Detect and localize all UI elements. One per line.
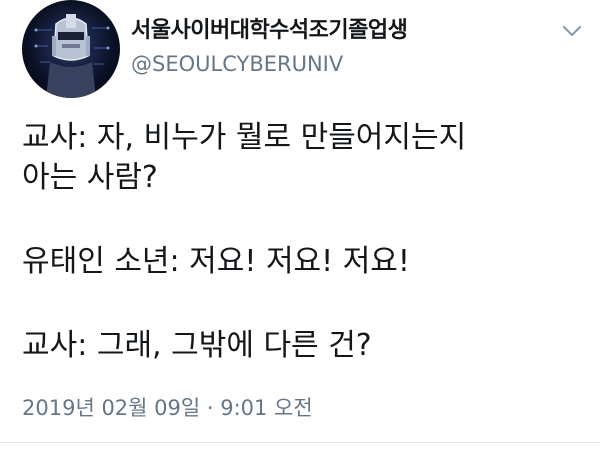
tweet-line: 유태인 소년: 저요! 저요! 저요! <box>22 244 410 279</box>
tweet-timestamp[interactable]: 2019년 02월 09일 · 9:01 오전 <box>22 392 313 422</box>
tweet-line: 교사: 그래, 그밖에 다른 건? <box>22 328 372 363</box>
chevron-down-icon[interactable] <box>560 22 584 40</box>
tweet-text: 교사: 자, 비누가 뭘로 만들어지는지 아는 사람? 유태인 소년: 저요! … <box>22 118 587 366</box>
tweet-line: 아는 사람? <box>22 160 158 195</box>
divider <box>0 442 600 443</box>
tweet-line: 교사: 자, 비누가 뭘로 만들어지는지 <box>22 120 467 155</box>
user-handle[interactable]: @SEOULCYBERUNIV <box>131 52 343 76</box>
display-name[interactable]: 서울사이버대학수석조기졸업생 <box>131 12 408 44</box>
avatar[interactable] <box>22 0 120 98</box>
robot-helmet-icon <box>34 14 110 98</box>
tweet-card: 서울사이버대학수석조기졸업생 @SEOULCYBERUNIV 교사: 자, 비누… <box>0 0 600 461</box>
